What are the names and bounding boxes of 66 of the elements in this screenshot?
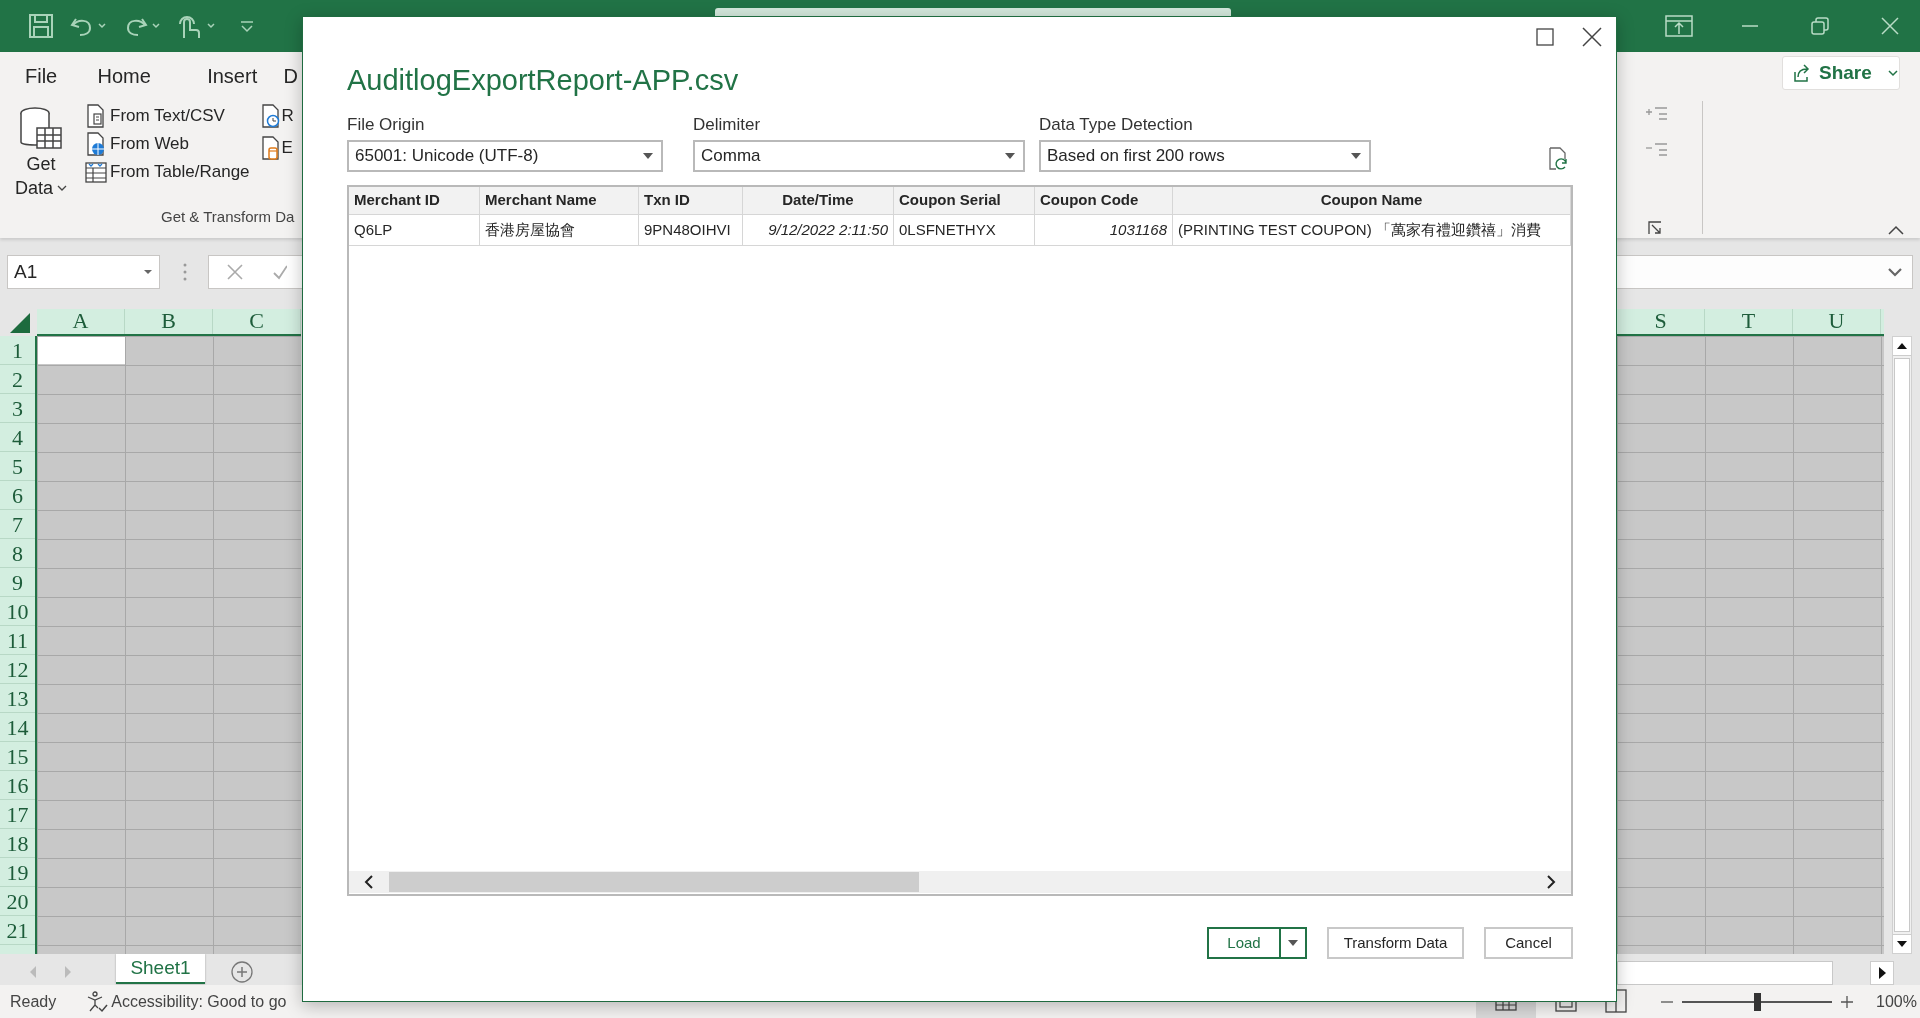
row-header[interactable]: 20 bbox=[0, 887, 35, 916]
row-header[interactable]: 9 bbox=[0, 568, 35, 597]
status-text: Ready bbox=[10, 991, 57, 1012]
row-header[interactable]: 2 bbox=[0, 365, 35, 394]
column-header[interactable]: C bbox=[213, 309, 301, 334]
field-label: Delimiter bbox=[693, 114, 761, 136]
row-header[interactable]: 16 bbox=[0, 771, 35, 800]
row-header[interactable]: 13 bbox=[0, 684, 35, 713]
ribbon-tab[interactable]: Home bbox=[97, 56, 208, 96]
transform-data-button[interactable]: Transform Data bbox=[1327, 927, 1464, 959]
zoom-level[interactable]: 100% bbox=[1876, 989, 1917, 1014]
table-cell: (PRINTING TEST COUPON) 「萬家有禮迎鑽禧」消費 bbox=[1173, 215, 1571, 245]
row-header[interactable]: 1 bbox=[0, 336, 35, 365]
row-header[interactable]: 21 bbox=[0, 916, 35, 945]
dropdown[interactable]: Comma bbox=[693, 140, 1025, 172]
row-header[interactable]: 15 bbox=[0, 742, 35, 771]
table-cell: Q6LP bbox=[349, 215, 480, 245]
row-header[interactable]: 8 bbox=[0, 539, 35, 568]
ribbon-tab[interactable]: D bbox=[283, 56, 302, 96]
column-header[interactable]: Merchant Name bbox=[480, 187, 639, 214]
column-header[interactable]: Merchant ID bbox=[349, 187, 480, 214]
ribbon-command[interactable]: R bbox=[259, 104, 294, 128]
table-cell: 9PN48OIHVI bbox=[639, 215, 743, 245]
table-cell: 1031168 bbox=[1035, 215, 1173, 245]
row-header[interactable]: 3 bbox=[0, 394, 35, 423]
get-data-button[interactable]: Get Data bbox=[7, 104, 75, 206]
group-label: Get & Transform Da bbox=[161, 207, 295, 227]
share-button[interactable]: Share bbox=[1782, 56, 1900, 90]
ribbon-command[interactable]: From Table/Range bbox=[85, 160, 250, 183]
table-cell: 香港房屋協會 bbox=[480, 215, 639, 245]
field-label: Data Type Detection bbox=[1039, 114, 1193, 136]
row-header[interactable]: 17 bbox=[0, 800, 35, 829]
ribbon-tab[interactable]: File bbox=[25, 56, 98, 96]
table-cell: 9/12/2022 2:11:50 bbox=[743, 215, 894, 245]
column-header[interactable]: Txn ID bbox=[639, 187, 743, 214]
column-header[interactable]: A bbox=[37, 309, 125, 334]
name-box[interactable]: A1 bbox=[7, 255, 160, 289]
row-header[interactable]: 12 bbox=[0, 655, 35, 684]
dropdown[interactable]: 65001: Unicode (UTF-8) bbox=[347, 140, 663, 172]
column-header[interactable]: Coupon Code bbox=[1035, 187, 1173, 214]
column-header[interactable]: U bbox=[1793, 309, 1881, 334]
ribbon-command[interactable]: E bbox=[259, 136, 294, 160]
column-header[interactable]: Coupon Serial bbox=[894, 187, 1035, 214]
accessibility-button[interactable]: Accessibility: Good to go bbox=[86, 989, 287, 1014]
row-header[interactable]: 18 bbox=[0, 829, 35, 858]
dropdown[interactable]: Based on first 200 rows bbox=[1039, 140, 1371, 172]
column-header[interactable]: B bbox=[125, 309, 213, 334]
dialog-title: AuditlogExportReport-APP.csv bbox=[347, 63, 739, 98]
row-header[interactable]: 10 bbox=[0, 597, 35, 626]
row-header[interactable]: 6 bbox=[0, 481, 35, 510]
ribbon-command[interactable]: From Text/CSV bbox=[85, 104, 250, 127]
row-header[interactable]: 19 bbox=[0, 858, 35, 887]
ribbon-command[interactable]: From Web bbox=[85, 132, 250, 155]
column-header[interactable]: Coupon Name bbox=[1173, 187, 1571, 214]
field-label: File Origin bbox=[347, 114, 425, 136]
row-header[interactable]: 14 bbox=[0, 713, 35, 742]
table-cell: 0LSFNETHYX bbox=[894, 215, 1035, 245]
sheet-tab[interactable]: Sheet1 bbox=[116, 954, 205, 984]
row-header[interactable]: 5 bbox=[0, 452, 35, 481]
row-header[interactable]: 4 bbox=[0, 423, 35, 452]
column-header[interactable]: Date/Time bbox=[743, 187, 894, 214]
column-header[interactable]: T bbox=[1705, 309, 1793, 334]
row-header[interactable]: 11 bbox=[0, 626, 35, 655]
row-header[interactable]: 7 bbox=[0, 510, 35, 539]
cancel-button[interactable]: Cancel bbox=[1484, 927, 1573, 959]
ribbon-tab[interactable]: Insert bbox=[207, 56, 284, 96]
